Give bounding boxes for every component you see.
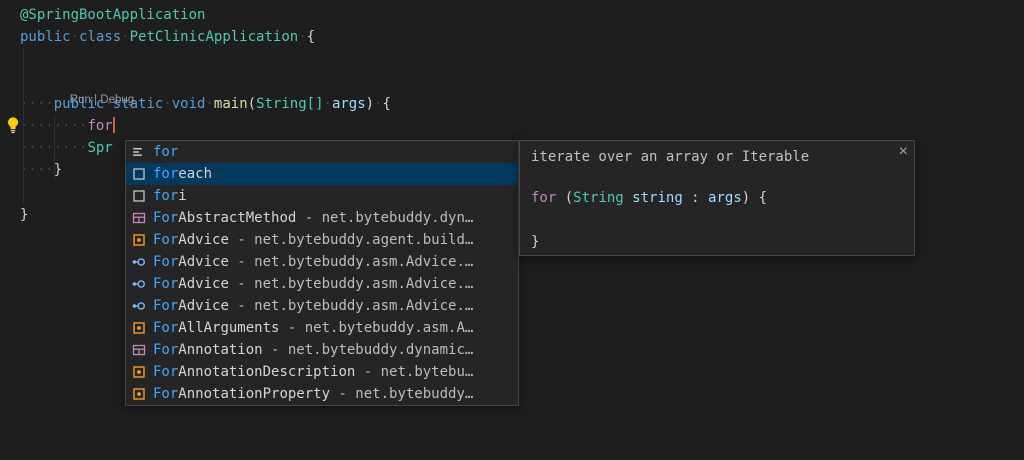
suggest-item[interactable]: ForAdvice - net.bytebuddy.asm.Advice.… [126, 273, 518, 295]
class-icon [131, 364, 147, 380]
code-token-keyword: public [20, 29, 71, 45]
code-token-type: String[] [256, 96, 323, 112]
suggest-item-label: for [153, 144, 178, 160]
code-token-text: ) { [742, 190, 767, 206]
code-token-text: : [683, 190, 708, 206]
interface-icon [131, 298, 147, 314]
code-token-text: { [307, 29, 315, 45]
code-token-ws: ···· [20, 96, 54, 112]
suggest-item-label: ForAbstractMethod - net.bytebuddy.dyn… [153, 210, 473, 226]
code-token-text: { [383, 96, 391, 112]
class-icon [131, 320, 147, 336]
code-line-class-declaration[interactable]: public·class·PetClinicApplication·{ [20, 26, 315, 48]
code-line-annotation[interactable]: @SpringBootApplication [20, 4, 205, 26]
code-token-ws: ···· [20, 162, 54, 178]
suggest-item-label: ForAllArguments - net.bytebuddy.asm.A… [153, 320, 473, 336]
suggest-item-label: ForAdvice - net.bytebuddy.asm.Advice.… [153, 298, 473, 314]
code-token-type: PetClinicApplication [130, 29, 299, 45]
code-line-method-close[interactable]: ····} [20, 159, 62, 181]
codelens: Run | Debug [57, 76, 134, 92]
suggest-item-label: ForAnnotationProperty - net.bytebuddy… [153, 386, 473, 402]
vscode-editor-window: @SpringBootApplication public·class·PetC… [0, 0, 1024, 460]
snippet-icon [131, 166, 147, 182]
suggest-list: for foreach fori ForAbstractMethod - net.by… [126, 141, 518, 405]
code-token-function: main [214, 96, 248, 112]
code-token-ws: · [324, 96, 332, 112]
code-token-variable: args [332, 96, 366, 112]
suggest-item-label: ForAnnotationDescription - net.bytebu… [153, 364, 473, 380]
code-token-keyword: public [54, 96, 105, 112]
suggest-item-label: ForAdvice - net.bytebuddy.asm.Advice.… [153, 254, 473, 270]
code-token-text: } [54, 162, 62, 178]
code-token-keyword: static [113, 96, 164, 112]
docs-code-line: for (String string : args) { [531, 187, 767, 209]
suggest-item[interactable]: fori [126, 185, 518, 207]
docs-code-line: } [531, 231, 539, 253]
code-token-variable: string [632, 190, 683, 206]
suggest-item-selected[interactable]: foreach [126, 163, 518, 185]
code-token-control: for [531, 190, 556, 206]
suggest-item-label: ForAdvice - net.bytebuddy.agent.build… [153, 232, 473, 248]
code-token-keyword: void [172, 96, 206, 112]
suggest-item[interactable]: ForAdvice - net.bytebuddy.asm.Advice.… [126, 295, 518, 317]
code-token-ws: · [163, 96, 171, 112]
code-token-ws: ········ [20, 140, 87, 156]
suggest-item[interactable]: ForAllArguments - net.bytebuddy.asm.A… [126, 317, 518, 339]
code-line-spring-partial[interactable]: ········Spr [20, 137, 113, 159]
code-token-ws: ········ [20, 118, 87, 134]
code-token-type: @SpringBootApplication [20, 7, 205, 23]
struct-icon [131, 342, 147, 358]
code-token-type: Spr [87, 140, 112, 156]
snippet-icon [131, 188, 147, 204]
suggest-item[interactable]: ForAdvice - net.bytebuddy.asm.Advice.… [126, 251, 518, 273]
code-token-ws: · [205, 96, 213, 112]
code-token-type: String [573, 190, 624, 206]
suggest-item-label: fori [153, 188, 187, 204]
code-line-for-typed[interactable]: ········for [20, 115, 115, 137]
interface-icon [131, 254, 147, 270]
suggest-item-label: foreach [153, 166, 212, 182]
suggest-widget: for foreach fori ForAbstractMethod - net.by… [125, 140, 519, 406]
code-token-text: } [531, 234, 539, 250]
code-line-main-method[interactable]: ····public·static·void·main(String[]·arg… [20, 93, 391, 115]
suggest-item-label: ForAnnotation - net.bytebuddy.dynamic… [153, 342, 473, 358]
code-token-text: } [20, 207, 28, 223]
suggest-docs-panel: iterate over an array or Iterable × for … [519, 140, 915, 256]
code-token-ws: · [374, 96, 382, 112]
suggest-item[interactable]: ForAbstractMethod - net.bytebuddy.dyn… [126, 207, 518, 229]
keyword-icon [131, 144, 147, 160]
class-icon [131, 232, 147, 248]
code-line-class-close[interactable]: } [20, 204, 28, 226]
suggest-item[interactable]: for [126, 141, 518, 163]
suggest-item[interactable]: ForAnnotation - net.bytebuddy.dynamic… [126, 339, 518, 361]
suggest-item[interactable]: ForAnnotationDescription - net.bytebu… [126, 361, 518, 383]
suggest-item[interactable]: ForAnnotationProperty - net.bytebuddy… [126, 383, 518, 405]
code-token-ws: · [298, 29, 306, 45]
code-token-ws: · [71, 29, 79, 45]
code-token-ws: · [121, 29, 129, 45]
close-icon[interactable]: × [899, 143, 908, 161]
suggest-item-label: ForAdvice - net.bytebuddy.asm.Advice.… [153, 276, 473, 292]
interface-icon [131, 276, 147, 292]
struct-icon [131, 210, 147, 226]
text-cursor [113, 117, 115, 133]
code-token-text [624, 190, 632, 206]
code-token-text: ) [366, 96, 374, 112]
docs-summary-text: iterate over an array or Iterable [531, 146, 809, 168]
code-token-ws: · [104, 96, 112, 112]
code-token-control: for [87, 118, 112, 134]
code-token-keyword: class [79, 29, 121, 45]
class-icon [131, 386, 147, 402]
suggest-item[interactable]: ForAdvice - net.bytebuddy.agent.build… [126, 229, 518, 251]
code-token-variable: args [708, 190, 742, 206]
code-token-text: ( [248, 96, 256, 112]
code-token-text: ( [556, 190, 573, 206]
